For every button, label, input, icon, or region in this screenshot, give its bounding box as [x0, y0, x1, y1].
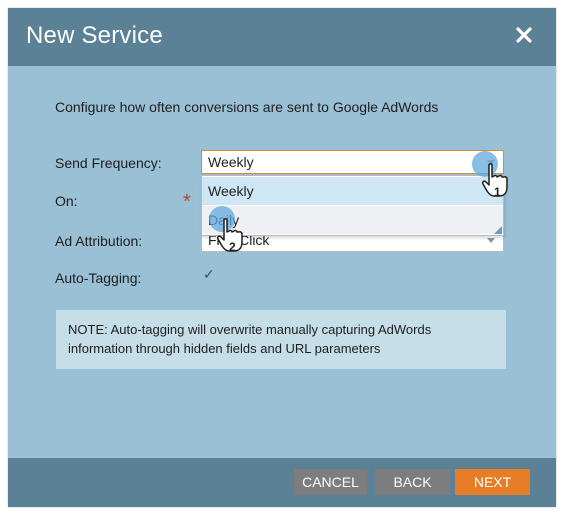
send-frequency-label: Send Frequency: [55, 155, 162, 171]
new-service-dialog: New Service Configure how often conversi… [8, 8, 556, 507]
dialog-header: New Service [8, 8, 556, 66]
auto-tagging-label: Auto-Tagging: [55, 270, 142, 286]
chevron-down-icon [487, 238, 495, 243]
send-frequency-value: Weekly [208, 154, 254, 170]
resize-handle-icon [494, 226, 502, 234]
ad-attribution-label: Ad Attribution: [55, 233, 143, 249]
cancel-button[interactable]: CANCEL [294, 469, 367, 495]
option-weekly[interactable]: Weekly [202, 177, 503, 205]
note-box: NOTE: Auto-tagging will overwrite manual… [56, 310, 506, 369]
required-asterisk: * [183, 191, 191, 213]
dialog-title: New Service [26, 22, 163, 49]
step-2-label: 2 [229, 240, 236, 254]
auto-tagging-checkbox[interactable]: ✓ [203, 267, 217, 281]
checkmark-icon: ✓ [203, 266, 215, 282]
back-button[interactable]: BACK [375, 469, 450, 495]
send-frequency-select[interactable]: Weekly [201, 150, 504, 174]
dialog-footer: CANCEL BACK NEXT [8, 458, 556, 507]
intro-text: Configure how often conversions are sent… [55, 99, 439, 115]
close-icon[interactable] [514, 25, 534, 45]
step-1-label: 1 [494, 185, 501, 199]
on-label: On: [55, 193, 78, 209]
next-button[interactable]: NEXT [455, 469, 530, 495]
